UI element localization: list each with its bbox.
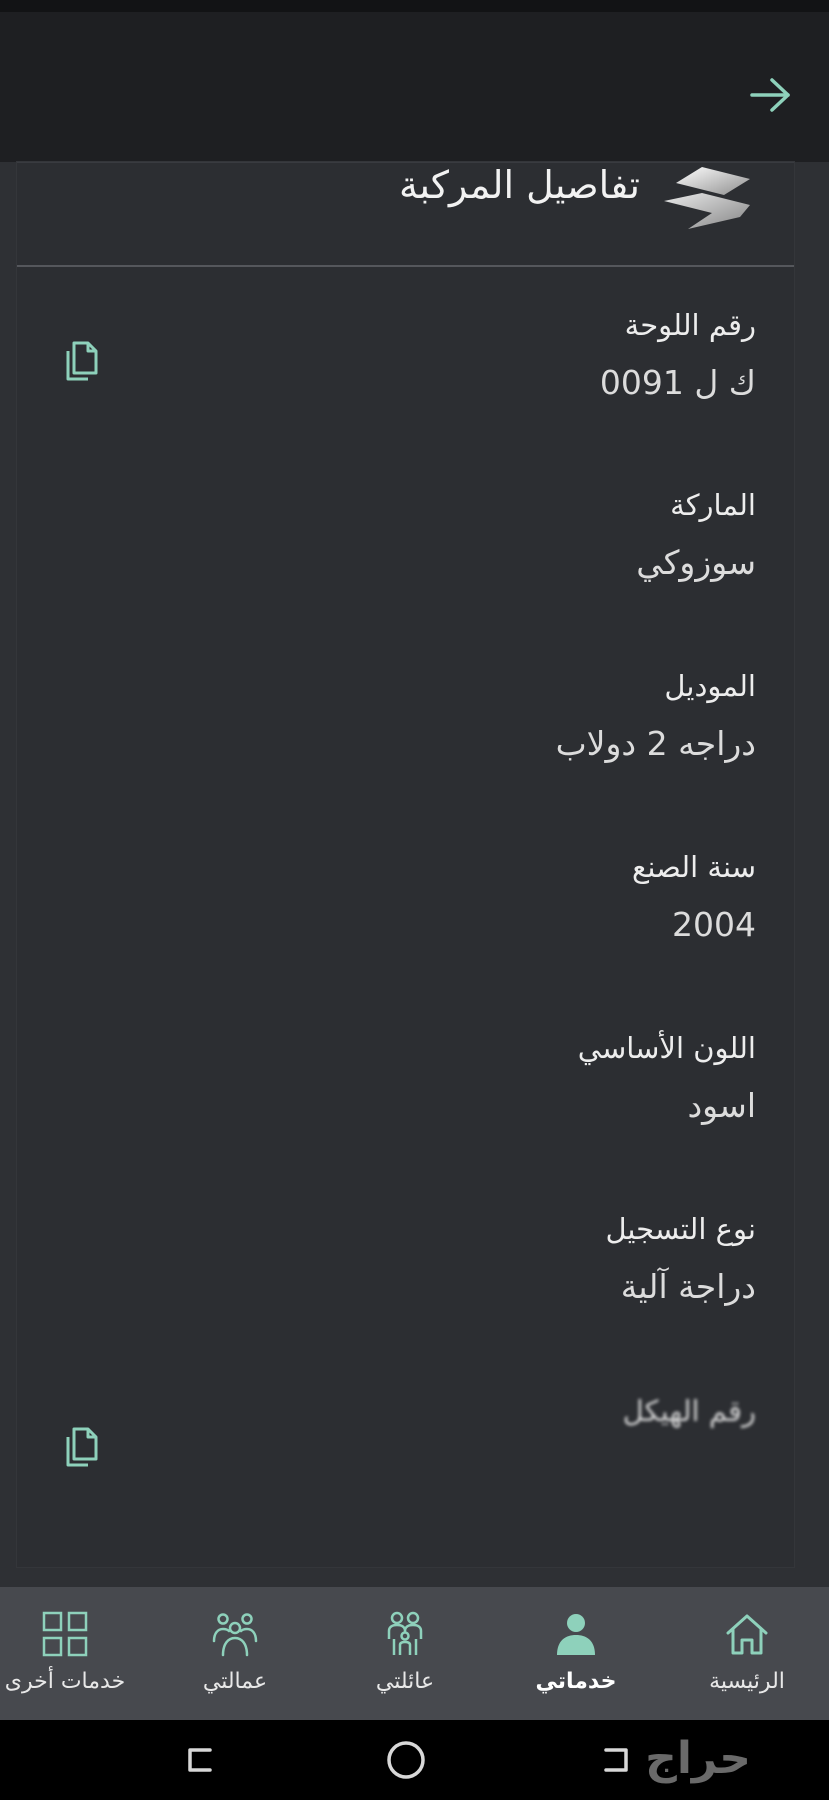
suzuki-logo-icon (664, 167, 750, 229)
bottom-navigation: الرئيسية خدماتي عائلتي عمالتي خدمات أخرى (0, 1587, 829, 1720)
grid-icon (42, 1611, 88, 1657)
field-label: الماركة (670, 488, 756, 522)
person-icon (557, 1614, 595, 1655)
field-brand: الماركة سوزوكي (116, 485, 756, 585)
copy-plate-button[interactable] (57, 333, 107, 387)
field-value: 2004 (672, 905, 756, 944)
field-chassis-number: رقم الهيكل (116, 1391, 756, 1447)
field-label: الموديل (664, 669, 756, 703)
home-system-button[interactable] (382, 1736, 430, 1784)
field-label: رقم اللوحة (624, 308, 756, 342)
recents-button[interactable] (176, 1736, 224, 1784)
nav-label: خدماتي (535, 1669, 617, 1694)
field-plate-number: رقم اللوحة ك ل 0091 (116, 305, 756, 405)
card-title: تفاصيل المركبة (399, 163, 640, 207)
nav-item-home[interactable]: الرئيسية (662, 1587, 829, 1720)
haraj-watermark: حراج (645, 1733, 751, 1784)
copy-icon (66, 1427, 98, 1467)
system-navigation-bar: حراج (0, 1720, 829, 1800)
field-label: سنة الصنع (631, 850, 756, 884)
family-icon (387, 1611, 423, 1655)
nav-item-my-family[interactable]: عائلتي (320, 1587, 490, 1720)
field-year: سنة الصنع 2004 (116, 847, 756, 947)
arrow-right-icon (750, 78, 790, 112)
nav-label: عمالتي (202, 1669, 268, 1694)
vehicle-details-card: تفاصيل المركبة رقم اللوحة ك ل 0091 المار… (17, 162, 794, 1567)
copy-icon (66, 341, 98, 381)
home-icon (726, 1614, 768, 1655)
nav-item-my-workers[interactable]: عمالتي (150, 1587, 320, 1720)
field-label: اللون الأساسي (577, 1031, 756, 1065)
field-registration-type: نوع التسجيل دراجة آلية (116, 1209, 756, 1309)
workers-icon (212, 1613, 258, 1657)
top-app-bar (0, 0, 829, 162)
copy-chassis-button[interactable] (57, 1419, 107, 1473)
field-color: اللون الأساسي اسود (116, 1028, 756, 1128)
nav-item-my-services[interactable]: خدماتي (491, 1587, 661, 1720)
field-value: ك ل 0091 (599, 363, 756, 402)
field-value: دراجه 2 دولاب (555, 724, 756, 763)
back-button[interactable] (745, 70, 795, 120)
field-value: اسود (687, 1086, 756, 1125)
back-chevron-icon (604, 1748, 628, 1772)
nav-label: عائلتي (375, 1669, 435, 1694)
nav-label: الرئيسية (709, 1669, 785, 1694)
circle-home-icon (387, 1741, 425, 1779)
nav-label: خدمات أخرى (4, 1669, 126, 1694)
recents-icon (188, 1748, 212, 1772)
field-label: رقم الهيكل (622, 1394, 756, 1428)
back-system-button[interactable] (592, 1736, 640, 1784)
field-label: نوع التسجيل (605, 1212, 756, 1246)
card-header: تفاصيل المركبة (17, 163, 794, 267)
field-value: دراجة آلية (620, 1267, 756, 1306)
field-value: سوزوكي (636, 543, 756, 582)
nav-item-other-services[interactable]: خدمات أخرى (0, 1587, 150, 1720)
field-model: الموديل دراجه 2 دولاب (116, 666, 756, 766)
